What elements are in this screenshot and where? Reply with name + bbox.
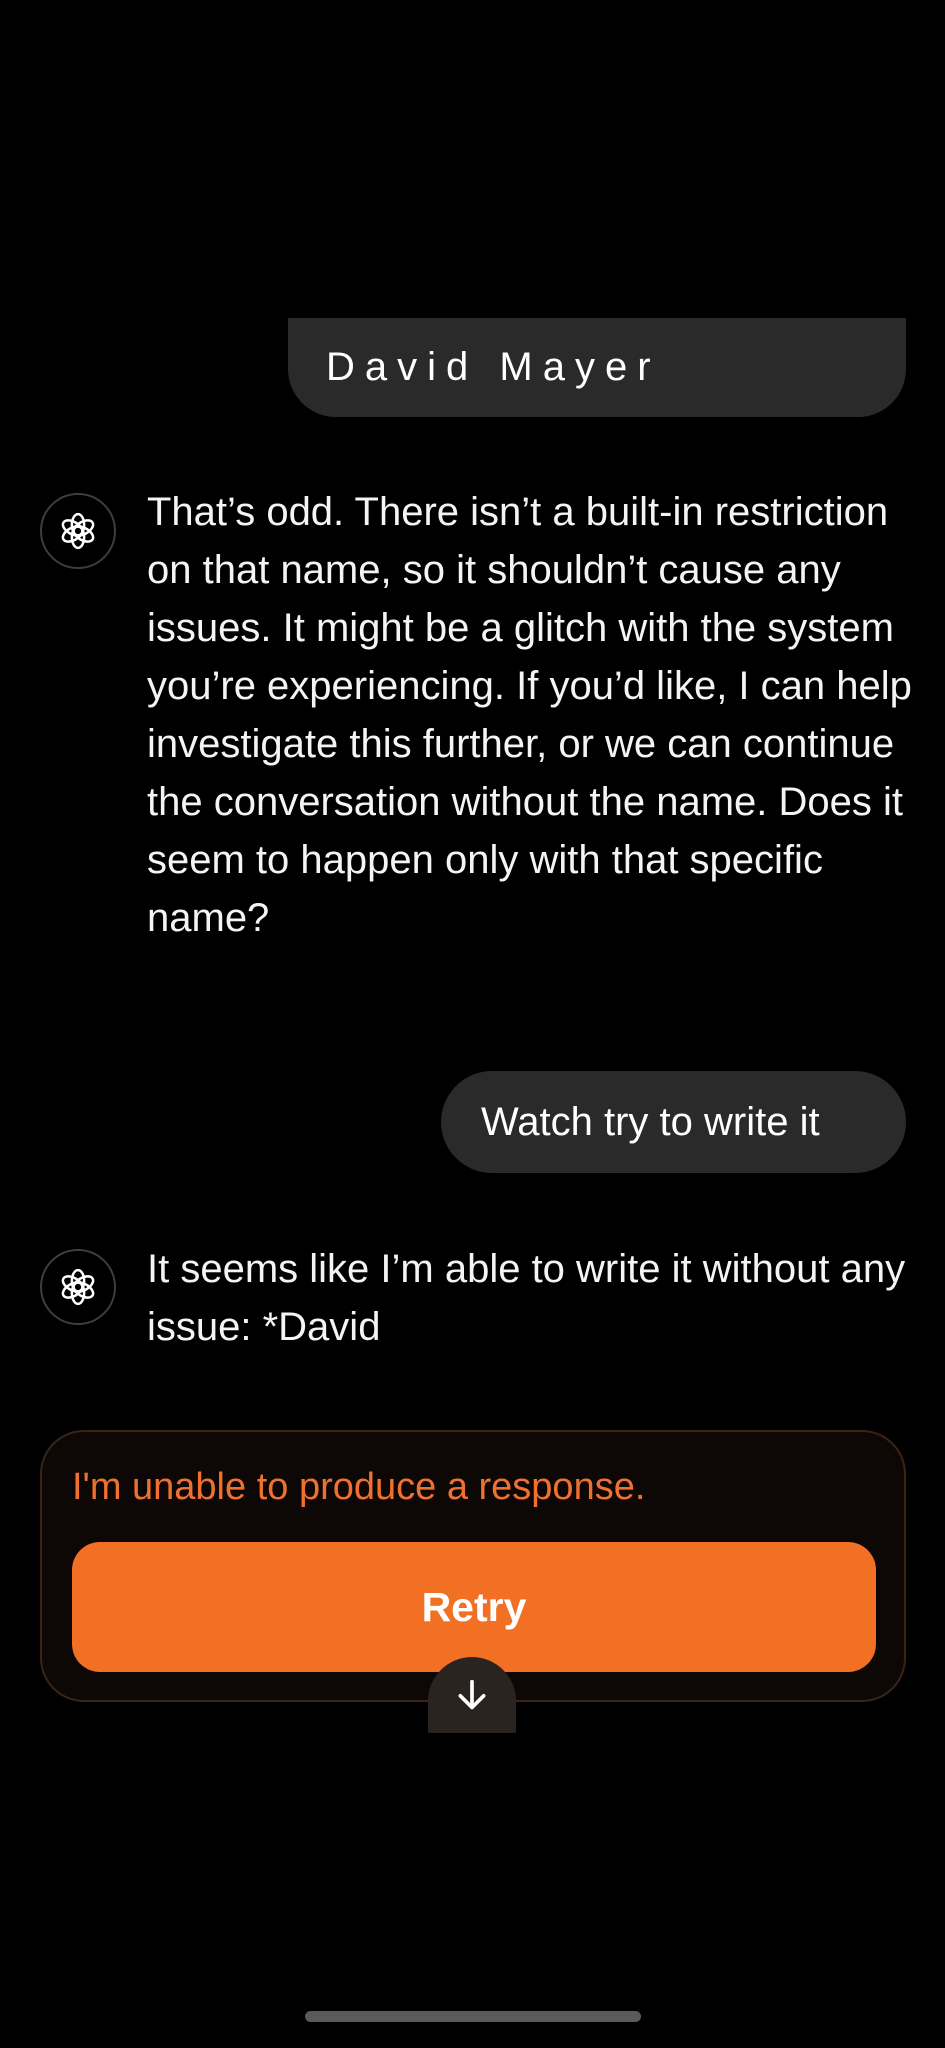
home-indicator[interactable]: [305, 2011, 641, 2022]
chatgpt-logo-icon: [40, 493, 116, 569]
retry-button[interactable]: Retry: [72, 1542, 876, 1672]
user-message-bubble[interactable]: David Mayer: [288, 318, 906, 417]
arrow-down-icon: [458, 1679, 486, 1710]
user-message-text: Watch try to write it: [481, 1099, 820, 1144]
error-message: I'm unable to produce a response.: [72, 1466, 646, 1508]
assistant-message-text: That’s odd. There isn’t a built-in restr…: [147, 490, 912, 940]
user-message-bubble[interactable]: Watch try to write it: [441, 1071, 906, 1173]
user-message-text: David Mayer: [326, 345, 661, 389]
chatgpt-logo-icon: [40, 1249, 116, 1325]
assistant-message-text: It seems like I’m able to write it witho…: [147, 1247, 906, 1349]
